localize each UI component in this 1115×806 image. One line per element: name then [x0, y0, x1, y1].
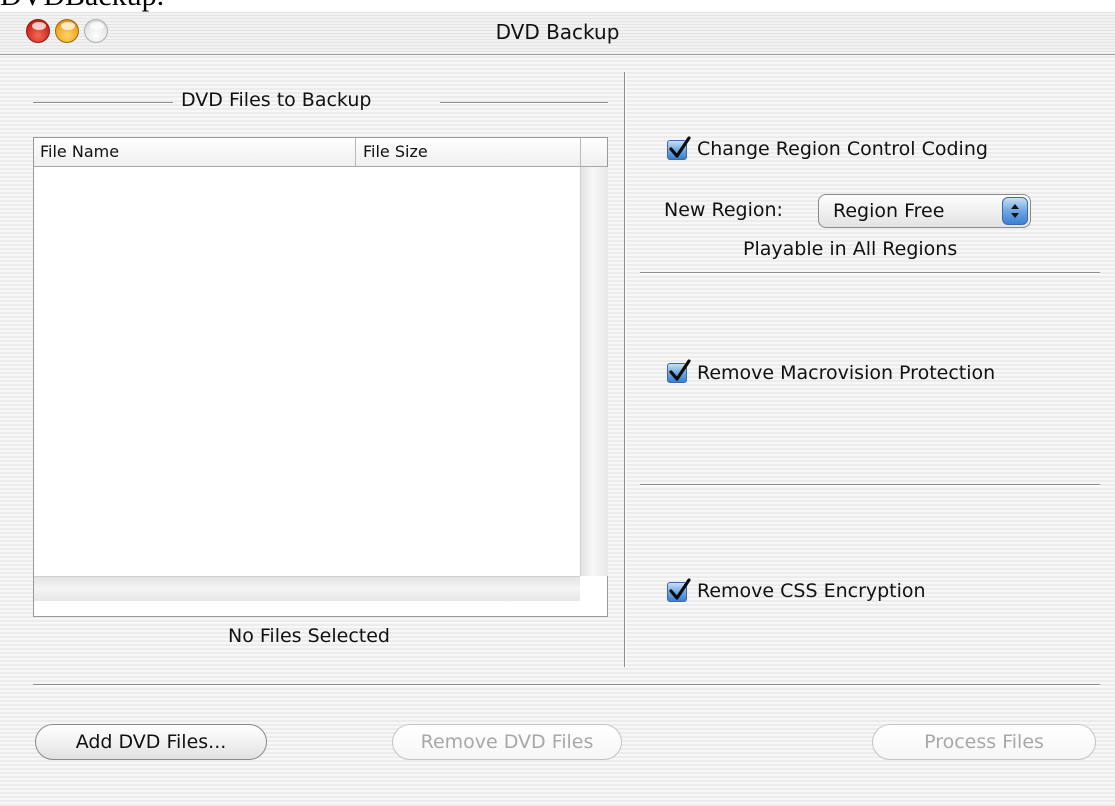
css-checkbox[interactable] — [667, 578, 691, 602]
add-dvd-files-button[interactable]: Add DVD Files... — [35, 724, 267, 760]
files-table[interactable]: File Name File Size — [33, 137, 608, 617]
region-description: Playable in All Regions — [743, 238, 958, 260]
checkmark-icon — [669, 359, 691, 381]
macrovision-checkbox[interactable] — [667, 359, 691, 383]
vertical-scrollbar[interactable] — [580, 167, 608, 576]
new-region-label: New Region: — [664, 199, 783, 221]
checkmark-icon — [669, 136, 691, 158]
change-region-label[interactable]: Change Region Control Coding — [697, 138, 988, 160]
column-header-file-size[interactable]: File Size — [363, 142, 428, 161]
process-files-button[interactable]: Process Files — [872, 724, 1096, 760]
column-divider — [580, 138, 581, 166]
app-window: DVD Backup DVD Files to Backup File Name… — [0, 12, 1115, 806]
column-divider — [355, 138, 356, 166]
column-header-file-name[interactable]: File Name — [40, 142, 119, 161]
change-region-checkbox[interactable] — [667, 136, 691, 160]
region-popup[interactable]: Region Free — [818, 194, 1031, 228]
files-group-title: DVD Files to Backup — [181, 89, 372, 111]
table-header: File Name File Size — [34, 138, 607, 167]
region-separator — [640, 272, 1100, 274]
group-line-right — [440, 102, 608, 104]
css-label[interactable]: Remove CSS Encryption — [697, 580, 926, 602]
popup-arrows-icon — [1002, 197, 1028, 225]
group-line-left — [33, 102, 173, 104]
macrovision-label[interactable]: Remove Macrovision Protection — [697, 362, 995, 384]
files-status-text: No Files Selected — [228, 625, 390, 647]
region-popup-value: Region Free — [833, 200, 945, 222]
horizontal-scrollbar[interactable] — [34, 576, 580, 601]
macrovision-separator — [640, 484, 1100, 486]
window-title: DVD Backup — [495, 20, 620, 44]
checkmark-icon — [669, 578, 691, 600]
remove-dvd-files-button[interactable]: Remove DVD Files — [392, 724, 622, 760]
bottom-separator — [33, 684, 1100, 686]
panel-divider — [624, 72, 626, 667]
title-bar[interactable]: DVD Backup — [0, 12, 1115, 55]
